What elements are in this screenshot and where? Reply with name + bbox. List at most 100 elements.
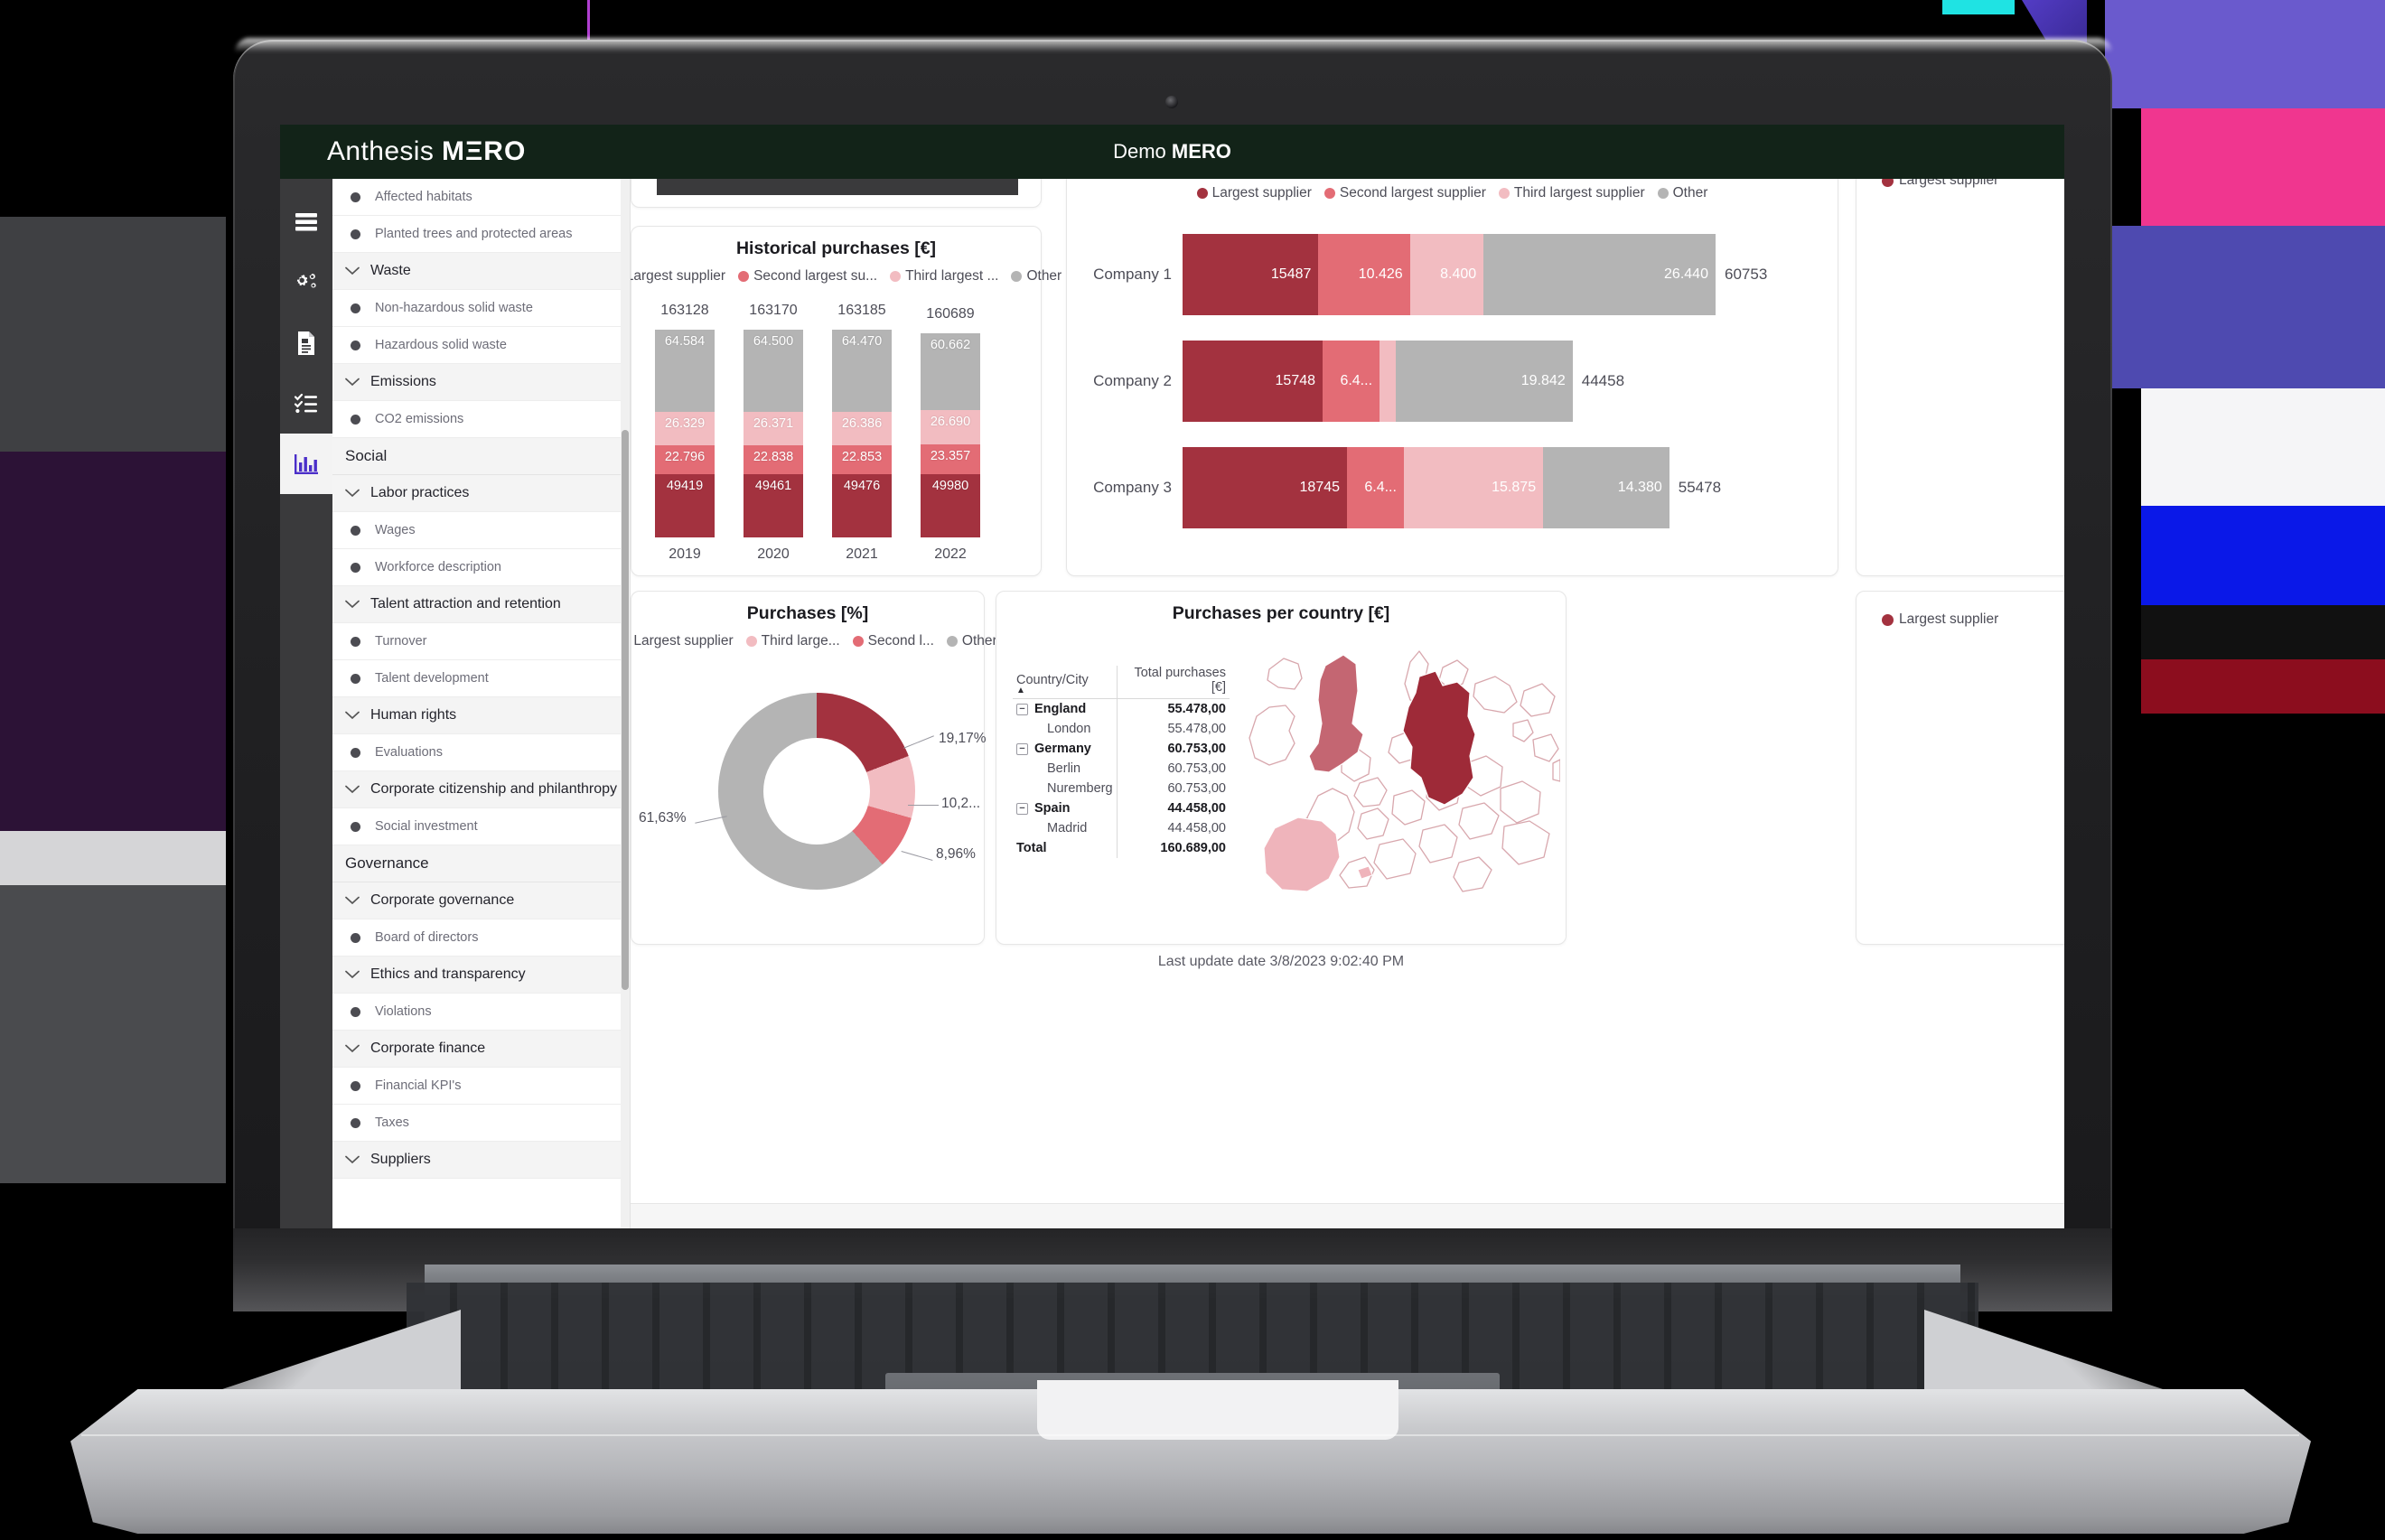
sidebar-group[interactable]: Corporate citizenship and philanthropy [332,771,630,808]
table-total-row[interactable]: Total 160.689,00 [1013,838,1230,858]
company-bar-row[interactable]: Company 3 18745 6.4... 15.875 14.380 55478 [1067,443,1838,532]
company-bar-row[interactable]: Company 2 15748 6.4... 19.842 44458 [1067,337,1838,425]
collapse-icon[interactable]: − [1016,703,1028,715]
year-slicer-2022[interactable]: 2022 [657,179,1018,195]
sidebar-group[interactable]: Suppliers [332,1142,630,1179]
company-bar-segment[interactable]: 6.4... [1347,447,1404,528]
sidebar-group[interactable]: Talent attraction and retention [332,586,630,623]
bar-segment[interactable]: 64.584 [655,330,715,413]
bar-segment[interactable]: 26.690 [921,410,980,444]
company-bar-segment[interactable]: 10.426 [1318,234,1410,315]
sidebar-group[interactable]: Labor practices [332,475,630,512]
legend-item[interactable]: Largest supplier [1196,185,1312,201]
sidebar-item-label: Planted trees and protected areas [375,227,573,241]
sidebar-group[interactable]: Human rights [332,697,630,734]
bar-segment[interactable]: 26.329 [655,412,715,446]
table-cell-total-purchases: 60.753,00 [1116,739,1230,759]
company-bar-segment[interactable]: 15748 [1183,341,1323,422]
bar-column[interactable]: 163185 64.470 26.386 22.853 49476 2021 [832,303,892,562]
legend-item[interactable]: Second largest supplier [1323,185,1486,201]
company-bar-segment[interactable]: 26.440 [1483,234,1716,315]
company-bar-segment[interactable]: 19.842 [1396,341,1573,422]
sidebar-item-leaf[interactable]: Social investment [332,808,630,845]
sidebar-group[interactable]: Corporate governance [332,882,630,919]
company-bar-segment[interactable]: 14.380 [1543,447,1670,528]
sidebar-item-leaf[interactable]: Non-hazardous solid waste [332,290,630,327]
legend-item[interactable]: Largest supplier [631,268,725,285]
table-row[interactable]: London 55.478,00 [1013,719,1230,739]
bar-segment[interactable]: 22.853 [832,445,892,475]
collapse-icon[interactable]: − [1016,742,1028,755]
legend-item[interactable]: Other [1657,185,1707,201]
sidebar-item-leaf[interactable]: Taxes [332,1105,630,1142]
company-bar-segment[interactable]: 8.400 [1409,234,1484,315]
legend-item[interactable]: Other [1011,268,1062,285]
bar-segment[interactable]: 49476 [832,474,892,537]
sidebar-item-leaf[interactable]: Wages [332,512,630,549]
bar-segment[interactable]: 23.357 [921,443,980,474]
bar-column[interactable]: 163170 64.500 26.371 22.838 49461 2020 [744,303,803,562]
collapse-icon[interactable]: − [1016,802,1028,815]
sidebar-item-leaf[interactable]: Planted trees and protected areas [332,216,630,253]
company-bar-segment[interactable]: 18745 [1183,447,1348,528]
sidebar-item-leaf[interactable]: Evaluations [332,734,630,771]
column-header-country-city[interactable]: Country/City ▲ [1013,666,1118,699]
bar-segment[interactable]: 49461 [744,474,803,537]
document-icon[interactable] [280,313,332,373]
sidebar-group[interactable]: Corporate finance [332,1031,630,1068]
checklist-icon[interactable] [280,373,332,434]
sidebar-nav[interactable]: Affected habitats Planted trees and prote… [332,179,631,1228]
donut-chart[interactable] [718,693,915,890]
purchases-per-country-table[interactable]: Country/City ▲ Total purchases [€] − Engl… [1013,666,1230,858]
legend-item[interactable]: Second l... [852,633,934,649]
bar-segment[interactable]: 22.796 [655,445,715,475]
table-row[interactable]: − Germany 60.753,00 [1013,739,1230,759]
menu-icon[interactable] [280,191,332,252]
legend-item[interactable]: Third largest supplier [1498,185,1645,201]
sidebar-item-leaf[interactable]: Affected habitats [332,179,630,216]
sidebar-item-leaf[interactable]: Turnover [332,623,630,660]
legend-item[interactable]: Second largest su... [738,268,877,285]
bar-column[interactable]: 160689 60.662 26.690 23.357 49980 2022 [921,306,980,562]
legend-item[interactable]: Third largest ... [890,268,998,285]
table-row[interactable]: Berlin 60.753,00 [1013,759,1230,779]
sidebar-scrollbar-track[interactable] [621,179,630,1228]
bar-segment[interactable]: 26.386 [832,411,892,446]
sidebar-item-leaf[interactable]: Workforce description [332,549,630,586]
legend-item[interactable]: Other [946,633,997,649]
sidebar-group[interactable]: Waste [332,253,630,290]
sidebar-item-leaf[interactable]: Financial KPI's [332,1068,630,1105]
sidebar-item-leaf[interactable]: Board of directors [332,919,630,957]
sidebar-item-leaf[interactable]: Violations [332,994,630,1031]
sidebar-group[interactable]: Ethics and transparency [332,957,630,994]
legend-item[interactable]: Third large... [745,633,840,649]
sidebar-scrollbar-thumb[interactable] [622,430,629,990]
bar-segment[interactable]: 22.838 [744,445,803,475]
europe-map[interactable] [1242,637,1560,917]
company-bar-segment[interactable]: 15487 [1183,234,1319,315]
bar-segment[interactable]: 60.662 [921,332,980,411]
sidebar-group[interactable]: Emissions [332,364,630,401]
company-bar-segment[interactable]: 6.4... [1323,341,1380,422]
sidebar-item-leaf[interactable]: CO2 emissions [332,401,630,438]
company-bar-segment[interactable] [1380,341,1397,422]
table-row[interactable]: Madrid 44.458,00 [1013,818,1230,838]
bullet-icon [351,562,360,573]
bar-segment[interactable]: 49980 [921,473,980,537]
bar-column[interactable]: 163128 64.584 26.329 22.796 49419 2019 [655,303,715,562]
bar-segment[interactable]: 26.371 [744,411,803,446]
sidebar-item-leaf[interactable]: Talent development [332,660,630,697]
bar-segment[interactable]: 49419 [655,474,715,537]
table-row[interactable]: − England 55.478,00 [1013,698,1230,719]
bar-segment[interactable]: 64.500 [744,330,803,412]
table-row[interactable]: − Spain 44.458,00 [1013,798,1230,818]
sidebar-item-leaf[interactable]: Hazardous solid waste [332,327,630,364]
settings-icon[interactable] [280,252,332,313]
company-bar-segment[interactable]: 15.875 [1403,447,1544,528]
column-header-total-purchases[interactable]: Total purchases [€] [1116,666,1230,699]
table-row[interactable]: Nuremberg 60.753,00 [1013,779,1230,798]
chart-icon[interactable] [280,434,332,494]
legend-item[interactable]: Largest supplier [631,633,733,649]
bar-segment[interactable]: 64.470 [832,330,892,412]
company-bar-row[interactable]: Company 1 15487 10.426 8.400 26.440 60753 [1067,230,1838,319]
